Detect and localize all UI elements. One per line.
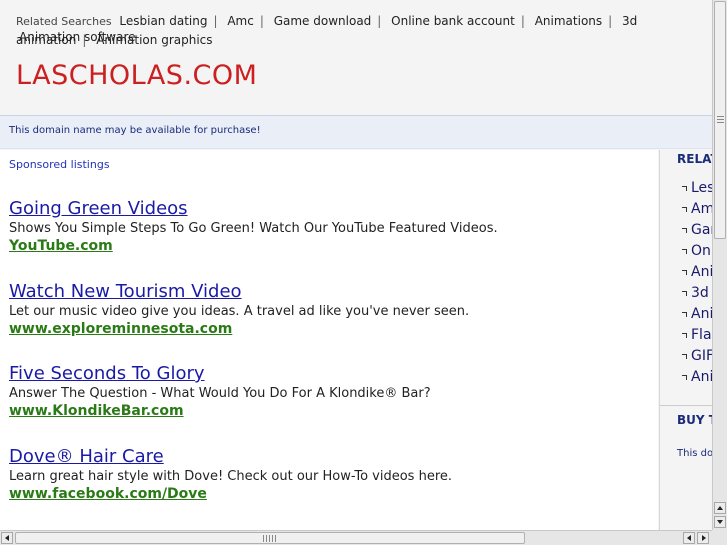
sidebar-item[interactable]: Amc (682, 199, 712, 220)
listing-title[interactable]: Going Green Videos (9, 198, 649, 220)
sidebar-item[interactable]: GIF animation (682, 346, 712, 367)
sidebar-item[interactable]: 3d animation (682, 283, 712, 304)
sidebar-divider (660, 405, 712, 406)
scroll-left-button[interactable] (1, 532, 13, 544)
page-viewport: Related Searches Lesbian dating | Amc | Ga… (0, 0, 712, 530)
site-title: LASCHOLAS.COM (16, 60, 258, 91)
sidebar-item[interactable]: Animation graphics (682, 304, 712, 325)
listing-url[interactable]: www.exploreminnesota.com (9, 320, 649, 338)
related-searches-sidebar: RELATED SEARCHES Lesbian dating Amc Game… (659, 150, 712, 530)
listing-url[interactable]: www.facebook.com/Dove (9, 485, 649, 503)
related-link-lesbian-dating[interactable]: Lesbian dating (119, 14, 207, 28)
related-link-animation-software[interactable]: Animation software (19, 30, 136, 44)
sidebar-item[interactable]: Animation software (682, 367, 712, 388)
arrow-left-icon (5, 535, 9, 541)
scroll-down-button[interactable] (714, 516, 726, 528)
listing-title[interactable]: Five Seconds To Glory (9, 363, 649, 385)
arrow-right-icon (702, 535, 706, 541)
domain-available-text[interactable]: This domain name may be available for pu… (9, 125, 261, 136)
listing-description: Learn great hair style with Dove! Check … (9, 469, 453, 484)
arrow-down-icon (717, 520, 723, 524)
sidebar-item[interactable]: Lesbian dating (682, 178, 712, 199)
sponsored-listings-label: Sponsored listings (9, 158, 110, 171)
sidebar-item[interactable]: Online bank account (682, 241, 712, 262)
vertical-scroll-thumb[interactable] (714, 1, 726, 239)
related-link-animations[interactable]: Animations (535, 14, 602, 28)
buy-domain-heading: BUY THIS DOMAIN (677, 413, 712, 427)
listing: Watch New Tourism Video Let our music vi… (9, 281, 649, 338)
listing-title[interactable]: Watch New Tourism Video (9, 281, 649, 303)
grip-icon (263, 535, 278, 542)
vertical-scrollbar[interactable] (712, 0, 727, 530)
listing-description: Let our music video give you ideas. A tr… (9, 304, 470, 319)
grip-icon (717, 116, 724, 125)
listing-description: Answer The Question - What Would You Do … (9, 386, 431, 401)
sidebar-item[interactable]: Animations (682, 262, 712, 283)
sidebar-item[interactable]: Game download (682, 220, 712, 241)
related-link-amc[interactable]: Amc (227, 14, 254, 28)
arrow-up-icon (717, 506, 723, 510)
listing-url[interactable]: www.KlondikeBar.com (9, 402, 649, 420)
listing-url[interactable]: YouTube.com (9, 237, 649, 255)
scroll-up-button[interactable] (714, 502, 726, 514)
sidebar-list: Lesbian dating Amc Game download Online … (682, 178, 712, 388)
scrollbar-corner (712, 530, 727, 545)
horizontal-scrollbar[interactable] (0, 530, 712, 545)
scroll-right-button[interactable] (697, 532, 709, 544)
listing: Going Green Videos Shows You Simple Step… (9, 198, 649, 255)
scroll-left-button[interactable] (683, 532, 695, 544)
sidebar-heading: RELATED SEARCHES (677, 152, 712, 166)
buy-domain-text: This domain (677, 448, 712, 459)
listing-description: Shows You Simple Steps To Go Green! Watc… (9, 221, 498, 236)
sponsored-listings-panel: Sponsored listings Going Green Videos Sh… (0, 150, 658, 530)
listing: Five Seconds To Glory Answer The Questio… (9, 363, 649, 420)
domain-available-banner: This domain name may be available for pu… (0, 115, 712, 149)
listing: Dove® Hair Care Learn great hair style w… (9, 446, 649, 503)
arrow-left-icon (687, 535, 691, 541)
listing-title[interactable]: Dove® Hair Care (9, 446, 649, 468)
related-searches-label: Related Searches (16, 15, 112, 28)
related-link-online-bank-account[interactable]: Online bank account (391, 14, 515, 28)
sidebar-item[interactable]: Flash animation (682, 325, 712, 346)
related-link-game-download[interactable]: Game download (274, 14, 372, 28)
horizontal-scroll-thumb[interactable] (15, 532, 525, 544)
